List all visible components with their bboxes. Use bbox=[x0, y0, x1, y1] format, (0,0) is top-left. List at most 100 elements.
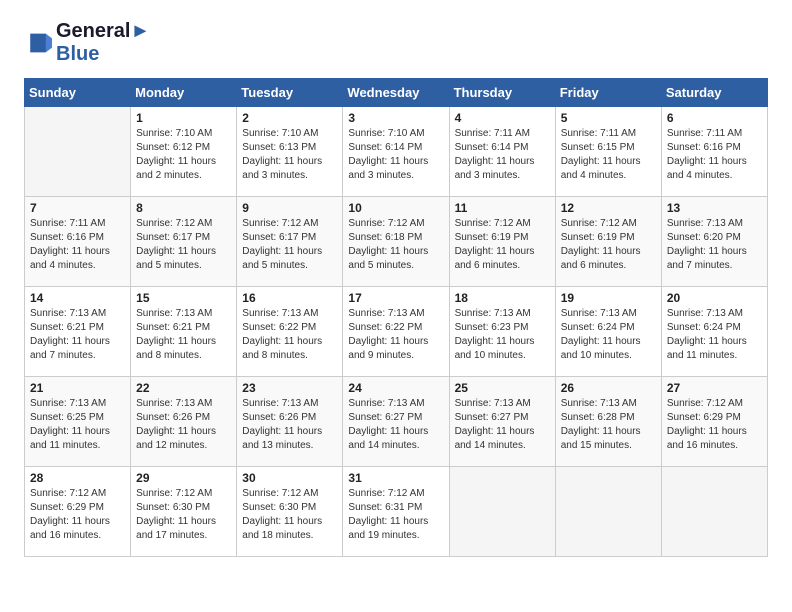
day-number: 23 bbox=[242, 381, 337, 395]
day-number: 22 bbox=[136, 381, 231, 395]
calendar-cell bbox=[449, 467, 555, 557]
calendar-cell: 2 Sunrise: 7:10 AMSunset: 6:13 PMDaylight… bbox=[237, 107, 343, 197]
cell-daylight-info: Sunrise: 7:12 AMSunset: 6:19 PMDaylight:… bbox=[455, 217, 550, 273]
logo-icon bbox=[24, 29, 52, 57]
cell-daylight-info: Sunrise: 7:13 AMSunset: 6:24 PMDaylight:… bbox=[561, 307, 656, 363]
cell-daylight-info: Sunrise: 7:10 AMSunset: 6:13 PMDaylight:… bbox=[242, 127, 337, 183]
calendar-cell bbox=[661, 467, 767, 557]
cell-daylight-info: Sunrise: 7:13 AMSunset: 6:20 PMDaylight:… bbox=[667, 217, 762, 273]
cell-daylight-info: Sunrise: 7:10 AMSunset: 6:12 PMDaylight:… bbox=[136, 127, 231, 183]
day-number: 12 bbox=[561, 201, 656, 215]
calendar-cell: 17 Sunrise: 7:13 AMSunset: 6:22 PMDayligh… bbox=[343, 287, 449, 377]
cell-daylight-info: Sunrise: 7:13 AMSunset: 6:22 PMDaylight:… bbox=[242, 307, 337, 363]
cell-daylight-info: Sunrise: 7:12 AMSunset: 6:17 PMDaylight:… bbox=[136, 217, 231, 273]
weekday-header-wednesday: Wednesday bbox=[343, 79, 449, 107]
weekday-header-monday: Monday bbox=[131, 79, 237, 107]
cell-daylight-info: Sunrise: 7:13 AMSunset: 6:27 PMDaylight:… bbox=[348, 397, 443, 453]
day-number: 26 bbox=[561, 381, 656, 395]
calendar-cell: 23 Sunrise: 7:13 AMSunset: 6:26 PMDayligh… bbox=[237, 377, 343, 467]
day-number: 30 bbox=[242, 471, 337, 485]
week-row-1: 1 Sunrise: 7:10 AMSunset: 6:12 PMDaylight… bbox=[25, 107, 768, 197]
calendar-cell: 30Sunrise: 7:12 AMSunset: 6:30 PMDayligh… bbox=[237, 467, 343, 557]
calendar-cell: 5 Sunrise: 7:11 AMSunset: 6:15 PMDaylight… bbox=[555, 107, 661, 197]
cell-daylight-info: Sunrise: 7:13 AMSunset: 6:26 PMDaylight:… bbox=[242, 397, 337, 453]
calendar-cell: 16 Sunrise: 7:13 AMSunset: 6:22 PMDayligh… bbox=[237, 287, 343, 377]
cell-daylight-info: Sunrise: 7:13 AMSunset: 6:22 PMDaylight:… bbox=[348, 307, 443, 363]
cell-daylight-info: Sunrise: 7:11 AMSunset: 6:14 PMDaylight:… bbox=[455, 127, 550, 183]
calendar-cell: 27 Sunrise: 7:12 AMSunset: 6:29 PMDayligh… bbox=[661, 377, 767, 467]
day-number: 29 bbox=[136, 471, 231, 485]
cell-daylight-info: Sunrise: 7:10 AMSunset: 6:14 PMDaylight:… bbox=[348, 127, 443, 183]
weekday-header-tuesday: Tuesday bbox=[237, 79, 343, 107]
day-number: 5 bbox=[561, 111, 656, 125]
day-number: 19 bbox=[561, 291, 656, 305]
calendar-cell: 7 Sunrise: 7:11 AMSunset: 6:16 PMDaylight… bbox=[25, 197, 131, 287]
cell-daylight-info: Sunrise: 7:13 AMSunset: 6:27 PMDaylight:… bbox=[455, 397, 550, 453]
cell-daylight-info: Sunrise: 7:12 AMSunset: 6:18 PMDaylight:… bbox=[348, 217, 443, 273]
calendar-cell: 21 Sunrise: 7:13 AMSunset: 6:25 PMDayligh… bbox=[25, 377, 131, 467]
day-number: 20 bbox=[667, 291, 762, 305]
header: General► Blue bbox=[24, 20, 768, 66]
cell-daylight-info: Sunrise: 7:12 AMSunset: 6:17 PMDaylight:… bbox=[242, 217, 337, 273]
day-number: 11 bbox=[455, 201, 550, 215]
day-number: 7 bbox=[30, 201, 125, 215]
day-number: 27 bbox=[667, 381, 762, 395]
weekday-header-row: SundayMondayTuesdayWednesdayThursdayFrid… bbox=[25, 79, 768, 107]
cell-daylight-info: Sunrise: 7:12 AMSunset: 6:29 PMDaylight:… bbox=[30, 487, 125, 543]
calendar-cell: 13 Sunrise: 7:13 AMSunset: 6:20 PMDayligh… bbox=[661, 197, 767, 287]
cell-daylight-info: Sunrise: 7:13 AMSunset: 6:25 PMDaylight:… bbox=[30, 397, 125, 453]
calendar-table: SundayMondayTuesdayWednesdayThursdayFrid… bbox=[24, 78, 768, 557]
cell-daylight-info: Sunrise: 7:12 AMSunset: 6:19 PMDaylight:… bbox=[561, 217, 656, 273]
day-number: 18 bbox=[455, 291, 550, 305]
cell-daylight-info: Sunrise: 7:13 AMSunset: 6:28 PMDaylight:… bbox=[561, 397, 656, 453]
weekday-header-saturday: Saturday bbox=[661, 79, 767, 107]
day-number: 1 bbox=[136, 111, 231, 125]
calendar-cell: 28Sunrise: 7:12 AMSunset: 6:29 PMDayligh… bbox=[25, 467, 131, 557]
cell-daylight-info: Sunrise: 7:11 AMSunset: 6:15 PMDaylight:… bbox=[561, 127, 656, 183]
calendar-cell: 6 Sunrise: 7:11 AMSunset: 6:16 PMDaylight… bbox=[661, 107, 767, 197]
weekday-header-sunday: Sunday bbox=[25, 79, 131, 107]
day-number: 15 bbox=[136, 291, 231, 305]
cell-daylight-info: Sunrise: 7:11 AMSunset: 6:16 PMDaylight:… bbox=[30, 217, 125, 273]
cell-daylight-info: Sunrise: 7:12 AMSunset: 6:30 PMDaylight:… bbox=[136, 487, 231, 543]
day-number: 10 bbox=[348, 201, 443, 215]
cell-daylight-info: Sunrise: 7:13 AMSunset: 6:26 PMDaylight:… bbox=[136, 397, 231, 453]
calendar-cell: 29 Sunrise: 7:12 AMSunset: 6:30 PMDayligh… bbox=[131, 467, 237, 557]
logo: General► Blue bbox=[24, 20, 150, 66]
week-row-3: 14 Sunrise: 7:13 AMSunset: 6:21 PMDayligh… bbox=[25, 287, 768, 377]
calendar-cell bbox=[555, 467, 661, 557]
calendar-cell: 8 Sunrise: 7:12 AMSunset: 6:17 PMDaylight… bbox=[131, 197, 237, 287]
day-number: 13 bbox=[667, 201, 762, 215]
calendar-cell: 15 Sunrise: 7:13 AMSunset: 6:21 PMDayligh… bbox=[131, 287, 237, 377]
calendar-cell: 11 Sunrise: 7:12 AMSunset: 6:19 PMDayligh… bbox=[449, 197, 555, 287]
day-number: 21 bbox=[30, 381, 125, 395]
cell-daylight-info: Sunrise: 7:13 AMSunset: 6:23 PMDaylight:… bbox=[455, 307, 550, 363]
calendar-cell: 24 Sunrise: 7:13 AMSunset: 6:27 PMDayligh… bbox=[343, 377, 449, 467]
calendar-cell: 1 Sunrise: 7:10 AMSunset: 6:12 PMDaylight… bbox=[131, 107, 237, 197]
calendar-cell: 9 Sunrise: 7:12 AMSunset: 6:17 PMDaylight… bbox=[237, 197, 343, 287]
day-number: 9 bbox=[242, 201, 337, 215]
cell-daylight-info: Sunrise: 7:13 AMSunset: 6:21 PMDaylight:… bbox=[136, 307, 231, 363]
day-number: 14 bbox=[30, 291, 125, 305]
day-number: 4 bbox=[455, 111, 550, 125]
cell-daylight-info: Sunrise: 7:12 AMSunset: 6:31 PMDaylight:… bbox=[348, 487, 443, 543]
cell-daylight-info: Sunrise: 7:13 AMSunset: 6:21 PMDaylight:… bbox=[30, 307, 125, 363]
cell-daylight-info: Sunrise: 7:12 AMSunset: 6:29 PMDaylight:… bbox=[667, 397, 762, 453]
logo-text: General► Blue bbox=[56, 20, 150, 66]
day-number: 8 bbox=[136, 201, 231, 215]
day-number: 2 bbox=[242, 111, 337, 125]
calendar-cell: 18 Sunrise: 7:13 AMSunset: 6:23 PMDayligh… bbox=[449, 287, 555, 377]
day-number: 6 bbox=[667, 111, 762, 125]
day-number: 16 bbox=[242, 291, 337, 305]
day-number: 25 bbox=[455, 381, 550, 395]
day-number: 17 bbox=[348, 291, 443, 305]
cell-daylight-info: Sunrise: 7:11 AMSunset: 6:16 PMDaylight:… bbox=[667, 127, 762, 183]
weekday-header-thursday: Thursday bbox=[449, 79, 555, 107]
cell-daylight-info: Sunrise: 7:13 AMSunset: 6:24 PMDaylight:… bbox=[667, 307, 762, 363]
week-row-4: 21 Sunrise: 7:13 AMSunset: 6:25 PMDayligh… bbox=[25, 377, 768, 467]
calendar-cell: 4 Sunrise: 7:11 AMSunset: 6:14 PMDaylight… bbox=[449, 107, 555, 197]
calendar-cell: 3Sunrise: 7:10 AMSunset: 6:14 PMDaylight… bbox=[343, 107, 449, 197]
day-number: 31 bbox=[348, 471, 443, 485]
day-number: 24 bbox=[348, 381, 443, 395]
week-row-2: 7 Sunrise: 7:11 AMSunset: 6:16 PMDaylight… bbox=[25, 197, 768, 287]
